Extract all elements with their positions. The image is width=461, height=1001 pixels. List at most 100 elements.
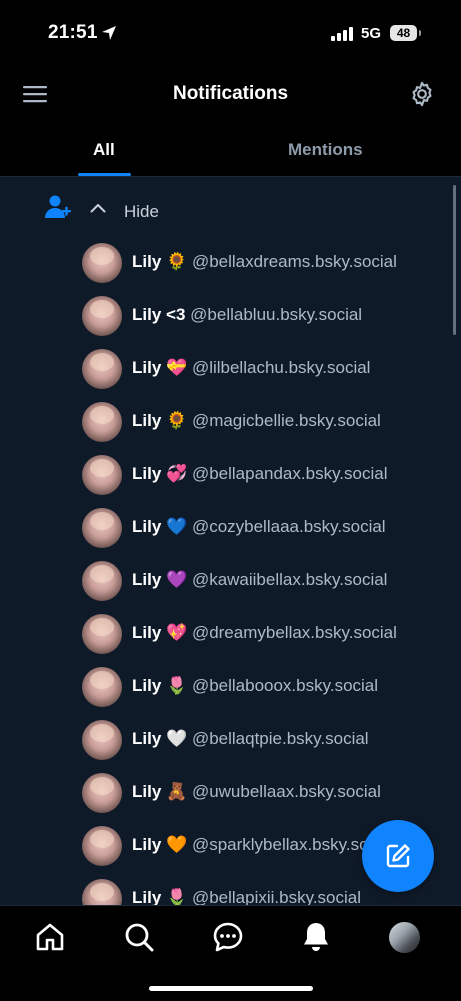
name-emoji: 🤍 (166, 729, 188, 748)
chat-icon[interactable] (211, 920, 245, 954)
follower-text: Lily 🤍 @bellaqtpie.bsky.social (132, 729, 369, 749)
avatar[interactable] (82, 455, 122, 495)
handle: @bellaxdreams.bsky.social (191, 252, 397, 271)
settings-gear-icon[interactable] (408, 80, 436, 108)
display-name: Lily (132, 517, 162, 536)
home-indicator (149, 986, 313, 991)
scrollbar[interactable] (453, 185, 456, 335)
active-tab-indicator (78, 173, 131, 176)
list-item[interactable]: Lily 💙 @cozybellaaa.bsky.social (82, 506, 452, 550)
location-arrow-icon (102, 26, 116, 40)
handle: @uwubellaax.bsky.social (191, 782, 381, 801)
display-name: Lily (132, 464, 162, 483)
avatar[interactable] (82, 720, 122, 760)
handle: @bellapixii.bsky.social (191, 888, 361, 905)
page-title: Notifications (172, 83, 289, 104)
avatar[interactable] (82, 614, 122, 654)
handle: @bellaqtpie.bsky.social (191, 729, 369, 748)
name-emoji: 💜 (166, 570, 188, 589)
follower-text: Lily 🌷 @bellabooox.bsky.social (132, 676, 378, 696)
follower-text: Lily 🧸 @uwubellaax.bsky.social (132, 782, 381, 802)
avatar[interactable] (82, 826, 122, 866)
battery-icon: 48 (390, 25, 417, 41)
avatar[interactable] (82, 667, 122, 707)
name-emoji: 🌷 (166, 676, 188, 695)
name-emoji: 🌻 (166, 411, 188, 430)
handle: @lilbellachu.bsky.social (191, 358, 371, 377)
display-name: Lily (132, 252, 162, 271)
display-name: Lily (132, 782, 162, 801)
tab-mentions[interactable]: Mentions (288, 140, 363, 160)
follow-user-icon (45, 195, 71, 218)
compose-icon (386, 844, 410, 868)
bottom-nav (0, 905, 461, 1001)
avatar[interactable] (82, 773, 122, 813)
display-name: Lily (132, 570, 162, 589)
display-name: Lily (132, 729, 162, 748)
avatar[interactable] (82, 508, 122, 548)
list-item[interactable]: Lily 🌻 @bellaxdreams.bsky.social (82, 241, 452, 285)
list-item[interactable]: Lily 🤍 @bellaqtpie.bsky.social (82, 718, 452, 762)
follower-text: Lily 🌻 @magicbellie.bsky.social (132, 411, 381, 431)
avatar[interactable] (82, 243, 122, 283)
handle: @kawaiibellax.bsky.social (191, 570, 388, 589)
list-item[interactable]: Lily 🌻 @magicbellie.bsky.social (82, 400, 452, 444)
display-name: Lily (132, 835, 162, 854)
follower-text: Lily 💖 @dreamybellax.bsky.social (132, 623, 397, 643)
tab-all[interactable]: All (93, 140, 115, 160)
list-item[interactable]: Lily 💖 @dreamybellax.bsky.social (82, 612, 452, 656)
name-emoji: 💞 (166, 464, 188, 483)
avatar[interactable] (82, 879, 122, 905)
app-header: Notifications (0, 62, 461, 128)
avatar[interactable] (82, 349, 122, 389)
name-emoji: 💙 (166, 517, 188, 536)
name-emoji: 💝 (166, 358, 188, 377)
notifications-feed[interactable]: Hide Lily 🌻 @bellaxdreams.bsky.social Li… (0, 177, 461, 905)
name-emoji: <3 (166, 305, 186, 324)
list-item[interactable]: Lily 💜 @kawaiibellax.bsky.social (82, 559, 452, 603)
status-bar: 21:51 5G 48 (0, 0, 461, 62)
handle: @bellabooox.bsky.social (191, 676, 379, 695)
chevron-up-icon[interactable] (90, 203, 106, 213)
battery-nub (419, 30, 421, 36)
compose-button[interactable] (362, 820, 434, 892)
follower-text: Lily 💙 @cozybellaaa.bsky.social (132, 517, 386, 537)
follower-text: Lily 💜 @kawaiibellax.bsky.social (132, 570, 387, 590)
handle: @bellapandax.bsky.social (191, 464, 388, 483)
display-name: Lily (132, 411, 162, 430)
avatar[interactable] (82, 561, 122, 601)
name-emoji: 🌷 (166, 888, 188, 905)
name-emoji: 🧸 (166, 782, 188, 801)
battery-level: 48 (396, 26, 411, 40)
follower-text: Lily 🧡 @sparklybellax.bsky.social (132, 835, 394, 855)
follower-text: Lily 🌷 @bellapixii.bsky.social (132, 888, 361, 905)
name-emoji: 💖 (166, 623, 188, 642)
list-item[interactable]: Lily 🧸 @uwubellaax.bsky.social (82, 771, 452, 815)
list-item[interactable]: Lily 🌷 @bellabooox.bsky.social (82, 665, 452, 709)
status-time: 21:51 (48, 22, 98, 43)
handle: @bellabluu.bsky.social (190, 305, 363, 324)
list-item[interactable]: Lily 💞 @bellapandax.bsky.social (82, 453, 452, 497)
avatar[interactable] (82, 402, 122, 442)
follower-text: Lily 💝 @lilbellachu.bsky.social (132, 358, 370, 378)
home-icon[interactable] (33, 920, 67, 954)
avatar[interactable] (82, 296, 122, 336)
follower-text: Lily <3 @bellabluu.bsky.social (132, 305, 362, 325)
profile-avatar[interactable] (389, 922, 420, 953)
search-icon[interactable] (122, 920, 156, 954)
list-item[interactable]: Lily 💝 @lilbellachu.bsky.social (82, 347, 452, 391)
handle: @magicbellie.bsky.social (191, 411, 381, 430)
follower-text: Lily 🌻 @bellaxdreams.bsky.social (132, 252, 397, 272)
handle: @dreamybellax.bsky.social (191, 623, 397, 642)
display-name: Lily (132, 623, 162, 642)
display-name: Lily (132, 888, 162, 905)
handle: @cozybellaaa.bsky.social (191, 517, 386, 536)
follower-text: Lily 💞 @bellapandax.bsky.social (132, 464, 388, 484)
name-emoji: 🧡 (166, 835, 188, 854)
display-name: Lily (132, 358, 162, 377)
list-item[interactable]: Lily <3 @bellabluu.bsky.social (82, 294, 452, 338)
display-name: Lily (132, 305, 162, 324)
hide-toggle[interactable]: Hide (124, 202, 159, 222)
name-emoji: 🌻 (166, 252, 188, 271)
bell-icon[interactable] (299, 920, 333, 954)
